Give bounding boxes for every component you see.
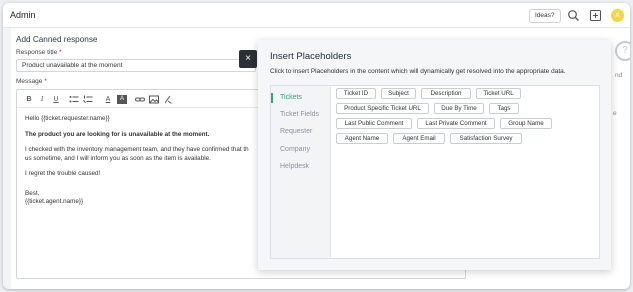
placeholder-chip[interactable]: Ticket ID [336,88,376,99]
image-icon[interactable] [149,95,159,104]
background-text-fragment: nd [615,72,623,79]
response-title-input[interactable]: Product unavailable at the moment [16,59,256,72]
placeholder-chip[interactable]: Agent Name [336,133,388,144]
placeholder-chip[interactable]: Tags [489,103,519,114]
form-heading: Add Canned response [16,35,98,44]
underline-icon[interactable]: U [51,95,61,104]
insert-placeholders-modal: Insert Placeholders Click to insert Plac… [258,40,611,270]
category-tickets[interactable]: Tickets [280,94,302,101]
font-color-icon[interactable]: A [103,95,113,104]
category-list: Tickets Ticket Fields Requester Company … [271,86,331,258]
placeholder-chip[interactable]: Satisfaction Survey [450,133,522,144]
avatar[interactable]: A [611,9,624,22]
background-text-fragment: e [613,110,617,117]
placeholder-chip[interactable]: Last Private Comment [417,118,495,129]
placeholder-chip[interactable]: Product Specific Ticket URL [336,103,429,114]
placeholder-panel: Tickets Ticket Fields Requester Company … [270,85,600,259]
placeholder-chip[interactable]: Due By Time [434,103,484,114]
active-category-indicator [271,93,273,103]
clear-format-icon[interactable] [163,95,173,104]
page-title: Admin [10,10,36,20]
link-icon[interactable] [135,95,145,104]
bullet-list-icon[interactable] [69,95,79,104]
add-new-icon[interactable] [589,9,602,22]
modal-description: Click to insert Placeholders in the cont… [270,68,566,75]
numbered-list-icon[interactable] [83,95,93,104]
placeholder-chip[interactable]: Group Name [500,118,552,129]
category-company[interactable]: Company [280,146,310,153]
category-helpdesk[interactable]: Helpdesk [280,163,309,170]
background-color-icon[interactable]: A [117,95,127,104]
help-icon[interactable]: ? [615,41,630,61]
placeholder-chip[interactable]: Agent Email [393,133,445,144]
category-ticket-fields[interactable]: Ticket Fields [280,111,319,118]
bold-icon[interactable]: B [24,95,34,104]
required-mark: * [59,49,62,56]
top-bar: Admin Ideas? A [3,3,630,28]
search-icon[interactable] [567,9,580,22]
app-window: Admin Ideas? A Add Canned response Respo… [3,3,630,289]
placeholder-chip[interactable]: Last Public Comment [336,118,412,129]
italic-icon[interactable]: I [37,95,47,104]
placeholder-chip[interactable]: Description [421,88,471,99]
required-mark: * [44,78,47,85]
placeholder-chip[interactable]: Subject [381,88,416,99]
message-label: Message * [16,78,47,85]
close-button[interactable]: × [239,50,257,68]
response-title-label: Response title * [16,49,62,56]
ideas-button[interactable]: Ideas? [529,9,561,23]
category-requester[interactable]: Requester [280,128,312,135]
modal-title: Insert Placeholders [270,51,352,62]
placeholder-chip[interactable]: Ticket URL [476,88,521,99]
left-rail [3,28,11,289]
